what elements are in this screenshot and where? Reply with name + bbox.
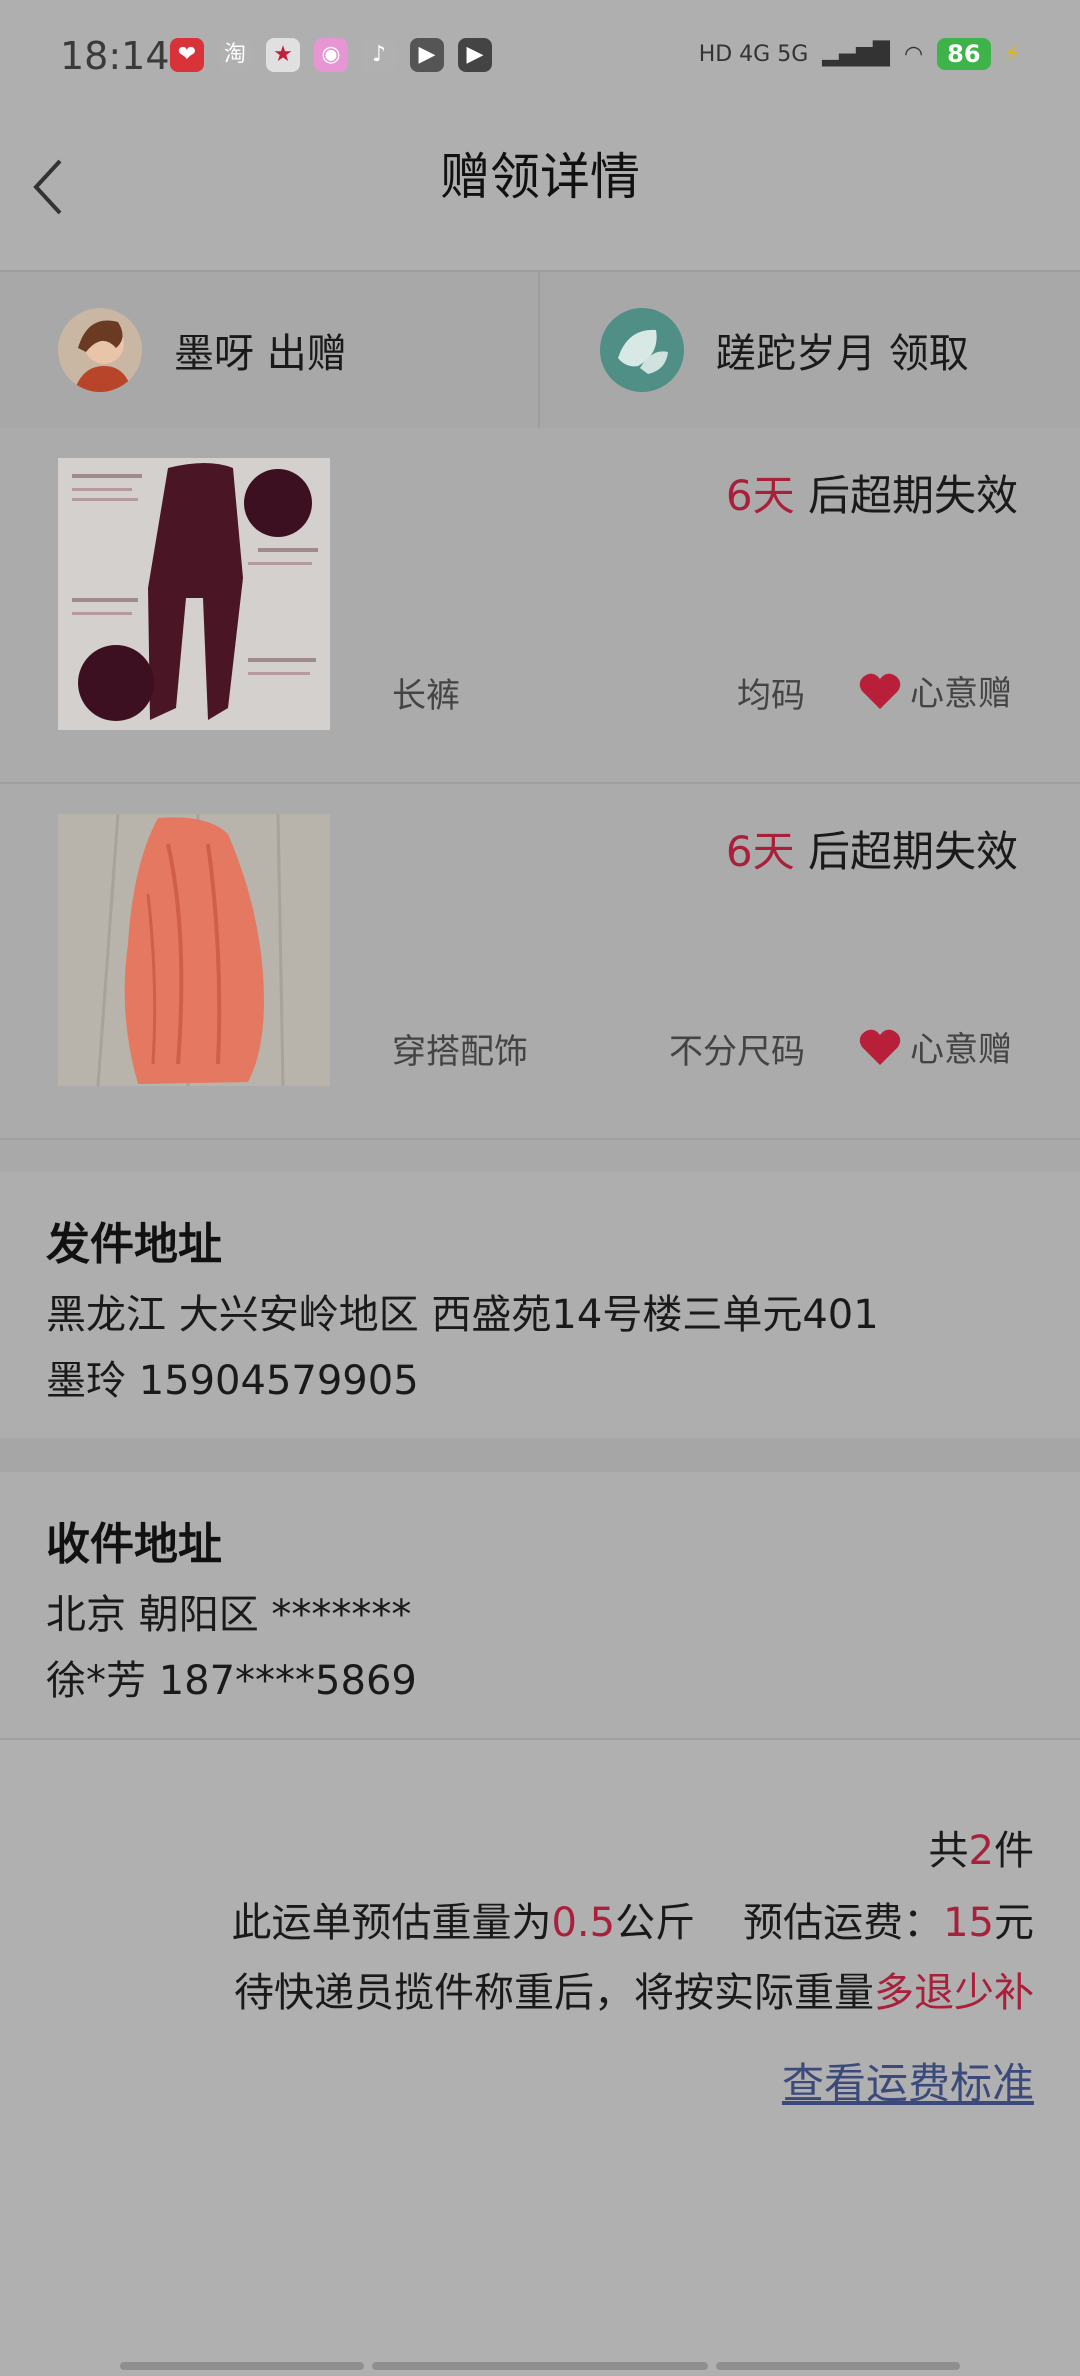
header: 赠领详情	[0, 115, 1080, 270]
item-size: 不分尺码	[669, 1032, 805, 1072]
status-time: 18:14	[60, 34, 170, 78]
gift-type: 心意赠	[858, 666, 1012, 715]
receiver-address-section: 收件地址 北京 朝阳区 ******* 徐*芳 187****5869	[0, 1472, 1080, 1740]
nav-bar-segment	[120, 2362, 364, 2370]
star-app-icon: ★	[266, 38, 300, 72]
giver-party[interactable]: 墨呀 出赠	[58, 272, 347, 428]
sender-contact: 墨玲 15904579905	[46, 1358, 419, 1404]
section-gap	[0, 1438, 1080, 1472]
heart-icon	[859, 673, 901, 709]
network-indicator: HD 4G 5G	[698, 41, 809, 67]
status-bar: 18:14 ❤ 淘 ★ ◉ ♪ ▶ ▶ HD 4G 5G ▂▄▆█ ◠ 86 ⚡	[0, 0, 1080, 115]
nav-bar-segment	[372, 2362, 708, 2370]
item-expiry: 6天 后超期失效	[725, 471, 1018, 520]
sender-address-line: 黑龙江 大兴安岭地区 西盛苑14号楼三单元401	[46, 1292, 879, 1338]
charging-icon: ⚡	[1004, 41, 1020, 67]
giver-name: 墨呀 出赠	[174, 331, 347, 377]
receiver-party[interactable]: 蹉跎岁月 领取	[600, 272, 969, 428]
play-app-icon: ▶	[410, 38, 444, 72]
tiktok-icon: ♪	[362, 38, 396, 72]
fee-standard-link[interactable]: 查看运费标准	[782, 2050, 1034, 2111]
taobao-icon: 淘	[218, 38, 252, 72]
receiver-name: 蹉跎岁月 领取	[716, 331, 969, 377]
receiver-address-title: 收件地址	[46, 1519, 222, 1570]
receiver-address-line: 北京 朝阳区 *******	[46, 1592, 412, 1638]
gift-type-label: 心意赠	[910, 674, 1012, 714]
video-app-icon: ▶	[458, 38, 492, 72]
sender-address-section: 发件地址 黑龙江 大兴安岭地区 西盛苑14号楼三单元401 墨玲 1590457…	[0, 1172, 1080, 1438]
receiver-avatar	[600, 308, 684, 392]
wifi-icon: ◠	[903, 41, 924, 67]
giver-avatar	[58, 308, 142, 392]
item-size: 均码	[737, 676, 805, 716]
weight-fee-line: 此运单预估重量为0.5公斤 预估运费：15元	[231, 1900, 1034, 1946]
gift-item[interactable]: 6天 后超期失效 长裤 均码 心意赠	[0, 428, 1080, 784]
gift-type-label: 心意赠	[910, 1030, 1012, 1070]
section-gap	[0, 1140, 1080, 1172]
gift-type: 心意赠	[858, 1022, 1012, 1071]
notification-icons: ❤ 淘 ★ ◉ ♪ ▶ ▶	[170, 38, 492, 72]
status-indicators: HD 4G 5G ▂▄▆█ ◠ 86 ⚡	[699, 38, 1020, 70]
gift-item[interactable]: 6天 后超期失效 穿搭配饰 不分尺码 心意赠	[0, 784, 1080, 1140]
camera-app-icon: ◉	[314, 38, 348, 72]
sender-address-title: 发件地址	[46, 1219, 222, 1270]
receiver-contact: 徐*芳 187****5869	[46, 1658, 417, 1704]
signal-icon: ▂▄▆█	[822, 41, 890, 67]
item-expiry: 6天 后超期失效	[725, 827, 1018, 876]
parties-row: 墨呀 出赠 蹉跎岁月 领取	[0, 270, 1080, 430]
item-count: 共2件	[928, 1828, 1034, 1874]
page-title: 赠领详情	[440, 148, 640, 206]
heart-icon	[859, 1029, 901, 1065]
nav-bar-segment	[716, 2362, 960, 2370]
divider	[538, 272, 540, 428]
weight-note: 待快递员揽件称重后，将按实际重量多退少补	[234, 1970, 1034, 2016]
battery-level: 86	[937, 38, 991, 70]
pinduoduo-icon: ❤	[170, 38, 204, 72]
